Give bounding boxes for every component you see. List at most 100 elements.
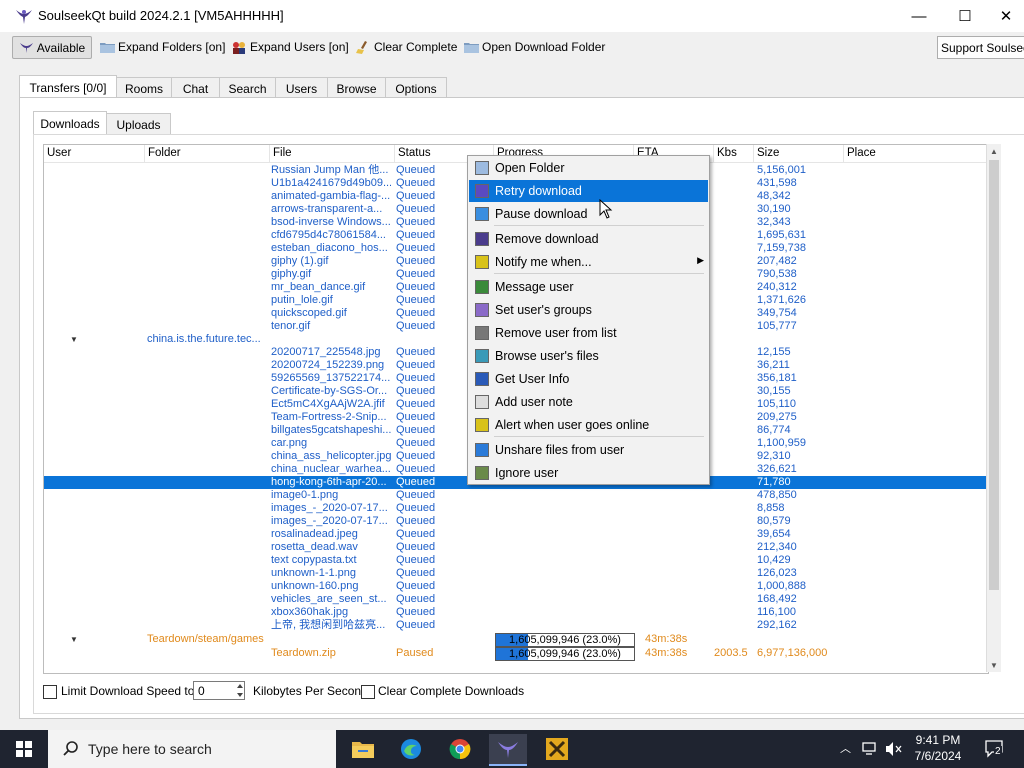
expand-folders-label: Expand Folders [on] (118, 40, 226, 54)
table-row[interactable]: unknown-160.png Queued 1,000,888 (44, 580, 988, 593)
status-text: Queued (396, 164, 436, 176)
menu-item-pause-download[interactable]: Pause download (469, 203, 708, 225)
table-row[interactable]: 上帝, 我想闲到哈兹亮... Queued 292,162 (44, 619, 988, 632)
available-status-button[interactable]: Available (12, 36, 92, 59)
notification-center-button[interactable]: 2 (984, 738, 1006, 760)
menu-item-set-user-s-groups[interactable]: Set user's groups (469, 299, 708, 321)
chrome-browser-icon[interactable] (441, 734, 479, 764)
status-text: Queued (396, 307, 436, 319)
units-label: Kilobytes Per Second (253, 684, 368, 698)
column-file[interactable]: File (270, 145, 395, 162)
message-icon (475, 280, 489, 294)
expand-folders-button[interactable]: Expand Folders [on] (100, 37, 225, 57)
menu-item-browse-user-s-files[interactable]: Browse user's files (469, 345, 708, 367)
expand-users-button[interactable]: Expand Users [on] (232, 37, 349, 57)
menu-item-notify-me-when[interactable]: Notify me when... ▶ (469, 251, 708, 273)
table-row[interactable]: xbox360hak.jpg Queued 116,100 (44, 606, 988, 619)
tab-uploads-label: Uploads (116, 117, 161, 132)
maximize-button[interactable]: ☐ (942, 0, 988, 32)
size-text: 39,654 (757, 528, 791, 540)
scroll-down-icon[interactable]: ▼ (987, 658, 1001, 672)
note-icon (475, 395, 489, 409)
menu-item-retry-download[interactable]: Retry download (469, 180, 708, 202)
tab-chat-label: Chat (182, 81, 209, 96)
table-row[interactable]: Teardown.zip Paused 1,605,099,946 (23.0%) 4… (44, 647, 988, 661)
teardown-game-icon[interactable] (538, 734, 576, 764)
status-text: Queued (396, 255, 436, 267)
tab-downloads[interactable]: Downloads (33, 111, 107, 136)
column-user[interactable]: User (44, 145, 145, 162)
table-row[interactable]: rosetta_dead.wav Queued 212,340 (44, 541, 988, 554)
collapse-arrow-icon[interactable]: ▼ (70, 333, 78, 346)
menu-item-message-user[interactable]: Message user (469, 276, 708, 298)
collapse-arrow-icon[interactable]: ▼ (70, 633, 78, 646)
menu-separator (494, 436, 704, 437)
file-name: giphy (1).gif (271, 255, 329, 267)
minimize-button[interactable]: — (896, 0, 942, 32)
limit-speed-checkbox[interactable] (43, 685, 57, 699)
table-row[interactable]: rosalinadead.jpeg Queued 39,654 (44, 528, 988, 541)
mouse-cursor-icon (599, 199, 613, 219)
table-row[interactable]: images_-_2020-07-17... Queued 80,579 (44, 515, 988, 528)
window-title: SoulseekQt build 2024.2.1 [VM5AHHHHH] (38, 8, 284, 23)
status-text: Queued (396, 567, 436, 579)
menu-item-ignore-user[interactable]: Ignore user (469, 462, 708, 484)
table-row[interactable]: ▼ Teardown/steam/games 1,605,099,946 (23.0… (44, 633, 988, 647)
taskbar-search-box[interactable]: Type here to search (48, 730, 336, 768)
scroll-up-icon[interactable]: ▲ (987, 144, 1001, 158)
file-name: putin_lole.gif (271, 294, 333, 306)
unshare-icon (475, 443, 489, 457)
expand-users-label: Expand Users [on] (250, 40, 349, 54)
clear-complete-downloads-checkbox[interactable] (361, 685, 375, 699)
size-text: 349,754 (757, 307, 797, 319)
table-row[interactable]: vehicles_are_seen_st... Queued 168,492 (44, 593, 988, 606)
column-size[interactable]: Size (754, 145, 844, 162)
support-soulseek-button[interactable]: Support Soulseek (937, 36, 1024, 59)
soulseek-taskbar-icon[interactable] (489, 734, 527, 766)
clear-complete-button[interactable]: Clear Complete (356, 37, 457, 57)
spinner-arrows-icon[interactable] (234, 681, 246, 700)
file-name: Teardown.zip (271, 647, 336, 659)
file-name: xbox360hak.jpg (271, 606, 349, 618)
table-row[interactable]: unknown-1-1.png Queued 126,023 (44, 567, 988, 580)
start-button[interactable] (0, 730, 48, 768)
table-row[interactable]: image0-1.png Queued 478,850 (44, 489, 988, 502)
remove-user-icon (475, 326, 489, 340)
size-text: 30,155 (757, 385, 791, 397)
scrollbar-thumb[interactable] (989, 160, 999, 590)
menu-item-add-user-note[interactable]: Add user note (469, 391, 708, 413)
size-text: 6,977,136,000 (757, 647, 828, 659)
system-clock[interactable]: 9:41 PM 7/6/2024 (908, 732, 968, 766)
context-menu: Open Folder Retry download Pause download R… (467, 155, 710, 485)
windows-logo-icon (16, 741, 32, 757)
tray-chevron-up-icon[interactable]: ︿ (840, 740, 851, 756)
column-folder[interactable]: Folder (145, 145, 270, 162)
column-kbs[interactable]: Kbs (714, 145, 754, 162)
column-place[interactable]: Place (844, 145, 988, 162)
alert-icon (475, 418, 489, 432)
file-explorer-icon[interactable] (344, 734, 382, 764)
tab-users-label: Users (285, 81, 318, 96)
volume-muted-icon[interactable] (885, 741, 903, 757)
tab-uploads[interactable]: Uploads (106, 113, 171, 136)
menu-item-label: Open Folder (495, 161, 565, 175)
menu-item-label: Get User Info (495, 372, 570, 386)
menu-item-remove-download[interactable]: Remove download (469, 228, 708, 250)
vertical-scrollbar[interactable]: ▲ ▼ (986, 144, 1001, 672)
menu-item-remove-user-from-list[interactable]: Remove user from list (469, 322, 708, 344)
edge-browser-icon[interactable] (392, 734, 430, 764)
menu-item-get-user-info[interactable]: Get User Info (469, 368, 708, 390)
open-download-folder-button[interactable]: Open Download Folder (464, 37, 605, 57)
network-icon[interactable] (862, 741, 878, 757)
menu-item-unshare-files-from-user[interactable]: Unshare files from user (469, 439, 708, 461)
menu-item-alert-when-user-goes-online[interactable]: Alert when user goes online (469, 414, 708, 436)
table-row[interactable]: images_-_2020-07-17... Queued 8,858 (44, 502, 988, 515)
menu-item-open-folder[interactable]: Open Folder (469, 157, 708, 179)
title-bar: SoulseekQt build 2024.2.1 [VM5AHHHHH] — … (0, 0, 1024, 32)
file-name: cfd6795d4c78061584... (271, 229, 386, 241)
close-button[interactable]: ✕ (988, 0, 1024, 32)
menu-item-label: Remove user from list (495, 326, 617, 340)
file-name: china_nuclear_warhea... (271, 463, 391, 475)
table-row[interactable]: text copypasta.txt Queued 10,429 (44, 554, 988, 567)
status-text: Queued (396, 606, 436, 618)
